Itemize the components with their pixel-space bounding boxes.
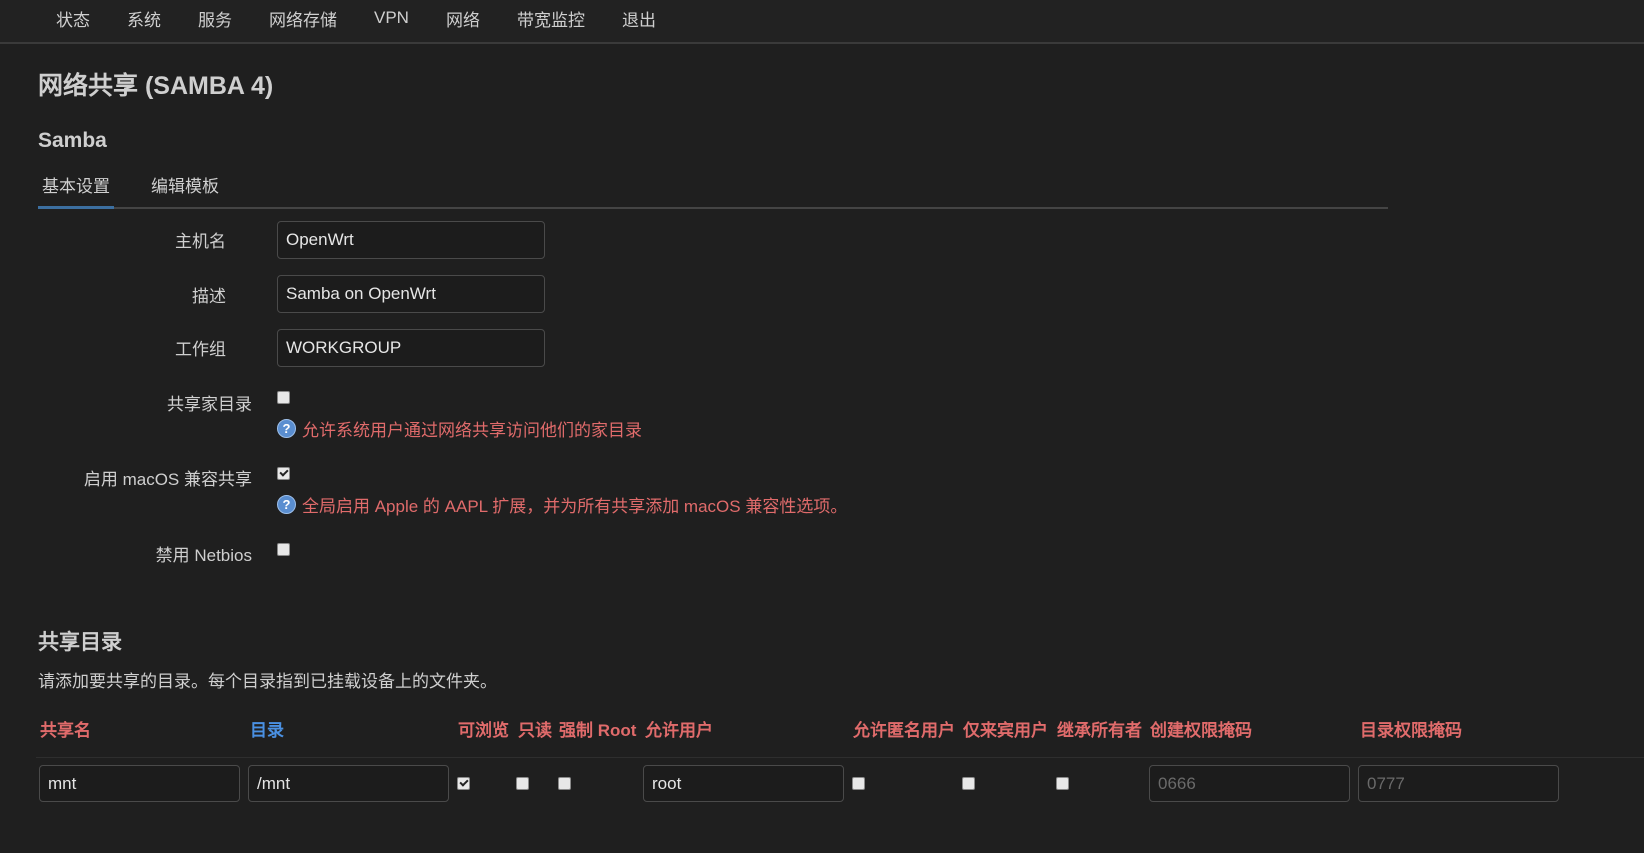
share-homes-checkbox[interactable] [277,391,290,404]
dir-mask-input[interactable] [1358,765,1559,802]
hostname-input[interactable] [277,221,545,259]
nav-nas[interactable]: 网络存储 [269,6,337,31]
col-browseable: 可浏览 [458,721,509,740]
share-homes-label: 共享家目录 [167,395,252,414]
page-title: 网络共享 (SAMBA 4) [38,72,274,100]
col-guest-only: 仅来宾用户 [963,721,1048,740]
nav-vpn[interactable]: VPN [374,8,409,28]
table-divider [36,757,1644,758]
workgroup-label: 工作组 [175,340,226,359]
tab-basic-settings[interactable]: 基本设置 [38,172,114,209]
description-input[interactable] [277,275,545,313]
guest-only-checkbox[interactable] [962,777,975,790]
share-name-input[interactable] [39,765,240,802]
hostname-label: 主机名 [175,232,226,251]
tab-edit-template[interactable]: 编辑模板 [147,172,223,207]
allowed-users-input[interactable] [643,765,844,802]
browseable-checkbox[interactable] [457,777,470,790]
readonly-checkbox[interactable] [516,777,529,790]
col-path[interactable]: 目录 [250,716,284,741]
col-inherit-owner: 继承所有者 [1057,721,1142,740]
col-readonly: 只读 [518,721,552,740]
shares-title: 共享目录 [38,631,122,654]
share-homes-hint-text: 允许系统用户通过网络共享访问他们的家目录 [302,421,642,440]
netbios-checkbox[interactable] [277,543,290,556]
description-label: 描述 [192,287,226,306]
col-guest-ok: 允许匿名用户 [853,721,955,740]
tab-bar: 基本设置 编辑模板 [38,171,1388,209]
macos-hint-text: 全局启用 Apple 的 AAPL 扩展，并为所有共享添加 macOS 兼容性选… [302,497,848,516]
macos-label: 启用 macOS 兼容共享 [83,470,252,489]
guest-ok-checkbox[interactable] [852,777,865,790]
col-dir-mask: 目录权限掩码 [1360,721,1462,740]
nav-bandwidth[interactable]: 带宽监控 [517,6,585,31]
create-mask-input[interactable] [1149,765,1350,802]
help-icon: ? [277,419,296,438]
main-content: 网络共享 (SAMBA 4) Samba 基本设置 编辑模板 [0,66,1644,209]
help-icon: ? [277,495,296,514]
col-share-name: 共享名 [40,721,91,740]
nav-logout[interactable]: 退出 [622,6,656,31]
share-homes-hint: ? 允许系统用户通过网络共享访问他们的家目录 [277,416,642,441]
macos-checkbox[interactable] [277,467,290,480]
share-path-input[interactable] [248,765,449,802]
macos-hint: ? 全局启用 Apple 的 AAPL 扩展，并为所有共享添加 macOS 兼容… [277,492,847,517]
section-title: Samba [38,129,107,152]
col-allowed-users: 允许用户 [645,721,713,740]
shares-description: 请添加要共享的目录。每个目录指到已挂载设备上的文件夹。 [38,672,497,691]
col-force-root: 强制 Root [559,721,637,740]
nav-status[interactable]: 状态 [56,6,90,31]
workgroup-input[interactable] [277,329,545,367]
top-navigation: 状态 系统 服务 网络存储 VPN 网络 带宽监控 退出 [0,0,1644,44]
nav-system[interactable]: 系统 [127,6,161,31]
nav-services[interactable]: 服务 [198,6,232,31]
nav-network[interactable]: 网络 [446,6,480,31]
netbios-label: 禁用 Netbios [155,546,252,565]
inherit-owner-checkbox[interactable] [1056,777,1069,790]
force-root-checkbox[interactable] [558,777,571,790]
col-create-mask: 创建权限掩码 [1150,721,1252,740]
